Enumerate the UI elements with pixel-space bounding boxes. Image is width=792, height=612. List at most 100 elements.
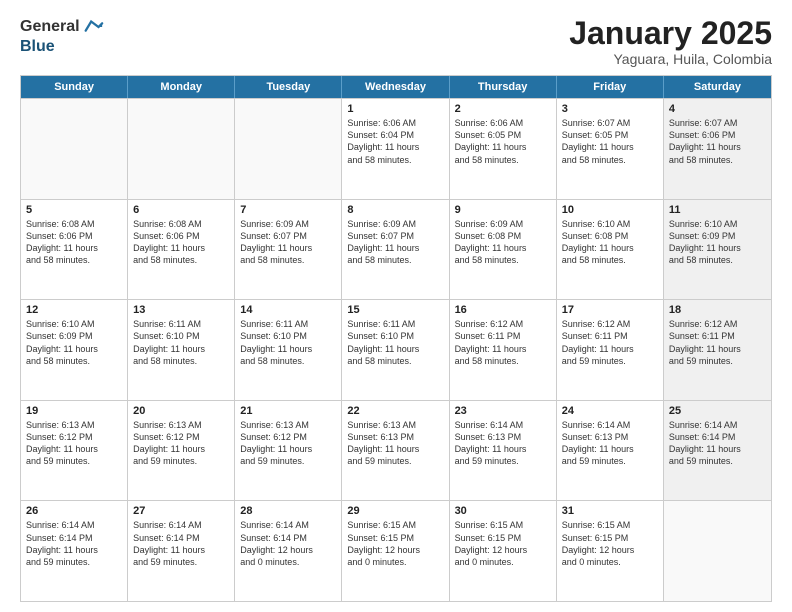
cell-info: Sunrise: 6:15 AM Sunset: 6:15 PM Dayligh… [562, 519, 658, 568]
page: General Blue January 2025 Yaguara, Huila… [0, 0, 792, 612]
calendar-cell: 7Sunrise: 6:09 AM Sunset: 6:07 PM Daylig… [235, 200, 342, 300]
calendar-cell: 23 Sunrise: 6:14 AM Sunset: 6:13 PM Dayli… [450, 401, 557, 501]
day-number: 24 [562, 405, 658, 417]
day-number: 27 [133, 505, 229, 517]
calendar-cell: 10 Sunrise: 6:10 AM Sunset: 6:08 PM Dayli… [557, 200, 664, 300]
cell-info: Sunrise: 6:11 AM Sunset: 6:10 PM Dayligh… [240, 318, 336, 367]
cell-info: Sunrise: 6:07 AM Sunset: 6:06 PM Dayligh… [669, 117, 766, 166]
calendar-cell [664, 501, 771, 601]
day-number: 17 [562, 304, 658, 316]
calendar-cell [21, 99, 128, 199]
cell-info: Sunrise: 6:14 AM Sunset: 6:14 PM Dayligh… [133, 519, 229, 568]
cell-info: Sunrise: 6:11 AM Sunset: 6:10 PM Dayligh… [133, 318, 229, 367]
calendar-header: SundayMondayTuesdayWednesdayThursdayFrid… [21, 76, 771, 98]
cell-info: Sunrise: 6:12 AM Sunset: 6:11 PM Dayligh… [669, 318, 766, 367]
calendar-cell: 13 Sunrise: 6:11 AM Sunset: 6:10 PM Dayli… [128, 300, 235, 400]
cell-info: Sunrise: 6:08 AM Sunset: 6:06 PM Dayligh… [133, 218, 229, 267]
day-number: 6 [133, 204, 229, 216]
calendar-cell: 15 Sunrise: 6:11 AM Sunset: 6:10 PM Dayli… [342, 300, 449, 400]
day-number: 26 [26, 505, 122, 517]
calendar-body: 1 Sunrise: 6:06 AM Sunset: 6:04 PM Daylig… [21, 98, 771, 601]
day-number: 7 [240, 204, 336, 216]
cell-info: Sunrise: 6:14 AM Sunset: 6:13 PM Dayligh… [562, 419, 658, 468]
calendar-cell: 11 Sunrise: 6:10 AM Sunset: 6:09 PM Dayli… [664, 200, 771, 300]
cell-info: Sunrise: 6:14 AM Sunset: 6:14 PM Dayligh… [240, 519, 336, 568]
day-number: 3 [562, 103, 658, 115]
day-number: 18 [669, 304, 766, 316]
calendar-cell: 21 Sunrise: 6:13 AM Sunset: 6:12 PM Dayli… [235, 401, 342, 501]
calendar-header-cell: Saturday [664, 76, 771, 98]
day-number: 1 [347, 103, 443, 115]
calendar-cell: 20 Sunrise: 6:13 AM Sunset: 6:12 PM Dayli… [128, 401, 235, 501]
calendar-cell: 31 Sunrise: 6:15 AM Sunset: 6:15 PM Dayli… [557, 501, 664, 601]
day-number: 15 [347, 304, 443, 316]
calendar-cell: 22 Sunrise: 6:13 AM Sunset: 6:13 PM Dayli… [342, 401, 449, 501]
logo-general-text: General [20, 18, 80, 36]
calendar-cell: 4 Sunrise: 6:07 AM Sunset: 6:06 PM Daylig… [664, 99, 771, 199]
calendar-cell: 8Sunrise: 6:09 AM Sunset: 6:07 PM Daylig… [342, 200, 449, 300]
calendar-cell: 3Sunrise: 6:07 AM Sunset: 6:05 PM Daylig… [557, 99, 664, 199]
cell-info: Sunrise: 6:14 AM Sunset: 6:13 PM Dayligh… [455, 419, 551, 468]
day-number: 4 [669, 103, 766, 115]
calendar-row: 5Sunrise: 6:08 AM Sunset: 6:06 PM Daylig… [21, 199, 771, 300]
day-number: 23 [455, 405, 551, 417]
cell-info: Sunrise: 6:12 AM Sunset: 6:11 PM Dayligh… [562, 318, 658, 367]
title-block: January 2025 Yaguara, Huila, Colombia [569, 16, 772, 67]
day-number: 10 [562, 204, 658, 216]
cell-info: Sunrise: 6:10 AM Sunset: 6:09 PM Dayligh… [26, 318, 122, 367]
calendar-cell: 5Sunrise: 6:08 AM Sunset: 6:06 PM Daylig… [21, 200, 128, 300]
calendar-cell: 26Sunrise: 6:14 AM Sunset: 6:14 PM Dayli… [21, 501, 128, 601]
cell-info: Sunrise: 6:13 AM Sunset: 6:12 PM Dayligh… [240, 419, 336, 468]
day-number: 22 [347, 405, 443, 417]
calendar-cell: 9Sunrise: 6:09 AM Sunset: 6:08 PM Daylig… [450, 200, 557, 300]
calendar-header-cell: Friday [557, 76, 664, 98]
day-number: 20 [133, 405, 229, 417]
day-number: 2 [455, 103, 551, 115]
calendar-cell: 19Sunrise: 6:13 AM Sunset: 6:12 PM Dayli… [21, 401, 128, 501]
calendar-cell: 28Sunrise: 6:14 AM Sunset: 6:14 PM Dayli… [235, 501, 342, 601]
calendar: SundayMondayTuesdayWednesdayThursdayFrid… [20, 75, 772, 602]
cell-info: Sunrise: 6:15 AM Sunset: 6:15 PM Dayligh… [455, 519, 551, 568]
calendar-cell: 18 Sunrise: 6:12 AM Sunset: 6:11 PM Dayli… [664, 300, 771, 400]
calendar-cell: 25Sunrise: 6:14 AM Sunset: 6:14 PM Dayli… [664, 401, 771, 501]
cell-info: Sunrise: 6:10 AM Sunset: 6:08 PM Dayligh… [562, 218, 658, 267]
cell-info: Sunrise: 6:06 AM Sunset: 6:04 PM Dayligh… [347, 117, 443, 166]
calendar-cell: 14 Sunrise: 6:11 AM Sunset: 6:10 PM Dayli… [235, 300, 342, 400]
cell-info: Sunrise: 6:06 AM Sunset: 6:05 PM Dayligh… [455, 117, 551, 166]
day-number: 14 [240, 304, 336, 316]
calendar-cell: 6 Sunrise: 6:08 AM Sunset: 6:06 PM Daylig… [128, 200, 235, 300]
cell-info: Sunrise: 6:10 AM Sunset: 6:09 PM Dayligh… [669, 218, 766, 267]
calendar-cell: 2 Sunrise: 6:06 AM Sunset: 6:05 PM Daylig… [450, 99, 557, 199]
day-number: 21 [240, 405, 336, 417]
cell-info: Sunrise: 6:09 AM Sunset: 6:07 PM Dayligh… [347, 218, 443, 267]
cell-info: Sunrise: 6:13 AM Sunset: 6:12 PM Dayligh… [133, 419, 229, 468]
logo: General Blue [20, 16, 104, 56]
day-number: 11 [669, 204, 766, 216]
calendar-header-cell: Monday [128, 76, 235, 98]
calendar-cell: 16Sunrise: 6:12 AM Sunset: 6:11 PM Dayli… [450, 300, 557, 400]
day-number: 16 [455, 304, 551, 316]
day-number: 31 [562, 505, 658, 517]
cell-info: Sunrise: 6:14 AM Sunset: 6:14 PM Dayligh… [669, 419, 766, 468]
day-number: 19 [26, 405, 122, 417]
calendar-cell: 12 Sunrise: 6:10 AM Sunset: 6:09 PM Dayli… [21, 300, 128, 400]
cell-info: Sunrise: 6:13 AM Sunset: 6:13 PM Dayligh… [347, 419, 443, 468]
cell-info: Sunrise: 6:08 AM Sunset: 6:06 PM Dayligh… [26, 218, 122, 267]
calendar-row: 26 Sunrise: 6:14 AM Sunset: 6:14 PM Dayli… [21, 500, 771, 601]
calendar-cell: 17 Sunrise: 6:12 AM Sunset: 6:11 PM Dayli… [557, 300, 664, 400]
calendar-cell [235, 99, 342, 199]
calendar-header-cell: Wednesday [342, 76, 449, 98]
calendar-row: 1 Sunrise: 6:06 AM Sunset: 6:04 PM Daylig… [21, 98, 771, 199]
header: General Blue January 2025 Yaguara, Huila… [20, 16, 772, 67]
month-title: January 2025 [569, 16, 772, 51]
day-number: 12 [26, 304, 122, 316]
calendar-cell [128, 99, 235, 199]
cell-info: Sunrise: 6:09 AM Sunset: 6:08 PM Dayligh… [455, 218, 551, 267]
cell-info: Sunrise: 6:11 AM Sunset: 6:10 PM Dayligh… [347, 318, 443, 367]
calendar-header-cell: Tuesday [235, 76, 342, 98]
day-number: 29 [347, 505, 443, 517]
day-number: 13 [133, 304, 229, 316]
calendar-header-cell: Thursday [450, 76, 557, 98]
logo-blue-text: Blue [20, 38, 55, 56]
location: Yaguara, Huila, Colombia [569, 51, 772, 67]
